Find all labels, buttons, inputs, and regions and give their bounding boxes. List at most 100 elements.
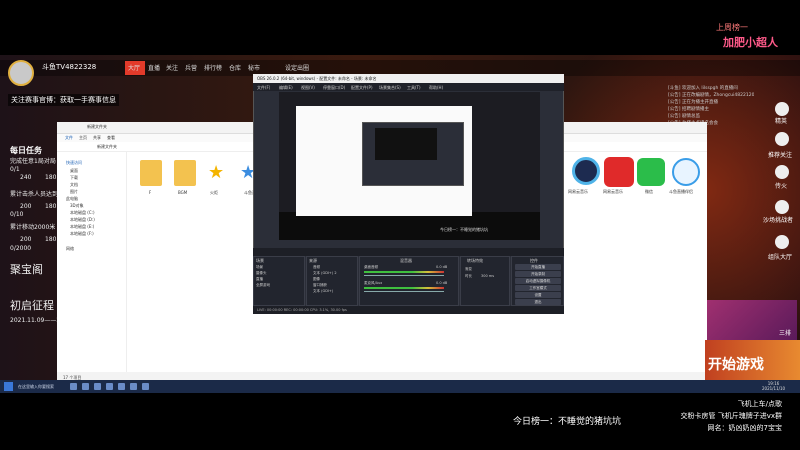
exit-button[interactable]: 退出 — [515, 299, 561, 305]
event-title[interactable]: 初启征程 — [10, 297, 54, 313]
recommend-icon[interactable] — [775, 132, 789, 146]
start-streaming-button[interactable]: 开始直播 — [515, 264, 561, 270]
sidebar-item[interactable]: 桌面 — [70, 168, 78, 174]
start-game-label: 开始游戏 — [708, 357, 764, 373]
taskbar-clock[interactable]: 19:16 2021/11/10 — [762, 381, 785, 391]
nav-barracks[interactable]: 兵营 — [185, 63, 197, 72]
mixer-channel-db: 0.0 dB — [436, 265, 448, 269]
duration-input[interactable]: 300 ms — [481, 274, 494, 278]
netease-cloud-icon[interactable] — [604, 157, 634, 187]
source-item[interactable]: 文本 (GDI+) 2 — [313, 271, 337, 276]
sidebar-item[interactable]: 网络 — [66, 246, 74, 252]
ribbon-view[interactable]: 查看 — [107, 135, 115, 141]
obs-menu-docks[interactable]: 停靠窗口(D) — [323, 85, 345, 91]
netease-music-icon[interactable] — [572, 157, 600, 185]
task3-text: 累计移动2000米 — [10, 224, 56, 231]
obs-menu-file[interactable]: 文件(F) — [257, 85, 270, 91]
fire-icon[interactable] — [775, 165, 789, 179]
sidebar-item[interactable]: 下载 — [70, 175, 78, 181]
sidebar-item[interactable]: 本地磁盘 (C:) — [70, 210, 95, 216]
nav-settings[interactable]: 设定出圈 — [285, 63, 309, 72]
transition-select[interactable]: 渐变 — [465, 267, 472, 272]
mixer-dock: 混音器 桌面音频 0.0 dB 麦克风/Aux 0.0 dB — [359, 256, 459, 306]
sidebar-item[interactable]: 文档 — [70, 182, 78, 188]
challenger-icon[interactable] — [775, 200, 789, 214]
ribbon-file[interactable]: 文件 — [65, 135, 73, 141]
volume-slider[interactable] — [364, 291, 444, 292]
mixer-title: 混音器 — [400, 258, 412, 263]
folder-icon[interactable] — [140, 160, 162, 186]
wechat-icon[interactable] — [637, 158, 665, 186]
taskbar-app-icon[interactable] — [142, 383, 149, 390]
sidebar-item[interactable]: 快速访问 — [66, 160, 82, 166]
taskbar-app-icon[interactable] — [70, 383, 77, 390]
sidebar-item[interactable]: 本地磁盘 (F:) — [70, 231, 94, 237]
taskbar-app-icon[interactable] — [82, 383, 89, 390]
obs-menu-help[interactable]: 帮助(H) — [429, 85, 443, 91]
nav-market[interactable]: 秘市 — [248, 63, 260, 72]
ribbon-home[interactable]: 主页 — [79, 135, 87, 141]
taskbar-search[interactable]: 在这里输入你要搜索 — [18, 384, 54, 390]
ribbon-share[interactable]: 共享 — [93, 135, 101, 141]
nav-ranking[interactable]: 排行榜 — [204, 63, 222, 72]
obs-menu-tools[interactable]: 工具(T) — [407, 85, 421, 91]
source-item[interactable]: 窗口捕获 — [313, 283, 327, 288]
start-recording-button[interactable]: 开始录制 — [515, 271, 561, 277]
top-fan-caption: 今日榜一：不睡觉的猪坑坑 — [513, 417, 622, 427]
settings-button[interactable]: 设置 — [515, 292, 561, 298]
virtual-camera-button[interactable]: 启动虚拟摄像机 — [515, 278, 561, 284]
nav-live[interactable]: 直播 — [148, 63, 160, 72]
team-hall-icon[interactable] — [775, 235, 789, 249]
avatar[interactable] — [8, 60, 34, 86]
nav-warehouse[interactable]: 仓库 — [229, 63, 241, 72]
channel-username: 斗鱼TV4822328 — [42, 63, 97, 71]
promo-banner[interactable]: 三排 — [707, 300, 797, 340]
sidebar-item[interactable]: 图片 — [70, 189, 78, 195]
daily-tasks-title: 每日任务 — [10, 146, 42, 155]
source-item[interactable]: 文本 (GDI+) — [313, 289, 333, 294]
scene-item[interactable]: 全屏游戏 — [256, 283, 270, 288]
sidebar-item[interactable]: 本地磁盘 (E:) — [70, 224, 94, 230]
treasure-pavilion[interactable]: 聚宝阁 — [10, 261, 43, 277]
elite-icon[interactable] — [775, 102, 789, 116]
chat-line: [公告] 招聘剧情播主 — [668, 107, 709, 112]
file-label: BGM — [178, 190, 188, 195]
folder-icon[interactable] — [174, 160, 196, 186]
star-icon[interactable]: ★ — [208, 162, 224, 183]
taskbar-app-icon[interactable] — [118, 383, 125, 390]
nav-lobby[interactable]: 大厅 — [128, 63, 140, 72]
scene-item[interactable]: 摄像头 — [256, 271, 267, 276]
explorer-title: 新建文件夹 — [87, 124, 107, 129]
studio-mode-button[interactable]: 工作室模式 — [515, 285, 561, 291]
obs-menu-view[interactable]: 视图(V) — [301, 85, 315, 91]
scene-item[interactable]: 场景 — [256, 265, 263, 270]
source-item[interactable]: 音频 — [313, 265, 320, 270]
obs-menu-edit[interactable]: 编辑(E) — [279, 85, 293, 91]
challenger-label: 沙场挑战者 — [763, 217, 794, 224]
obs-menu-profile[interactable]: 配置文件(P) — [351, 85, 373, 91]
recommend-label: 推荐关注 — [768, 152, 793, 159]
taskbar-app-icon[interactable] — [130, 383, 137, 390]
chat-line: [公告] 正在为播主开直播 — [668, 100, 718, 105]
sidebar-item[interactable]: 此电脑 — [66, 196, 78, 202]
windows-start-icon[interactable] — [4, 382, 13, 391]
source-item[interactable]: 图像 — [313, 277, 320, 282]
sidebar-item[interactable]: 3D对象 — [70, 203, 84, 209]
obs-menu-scene-collection[interactable]: 场景集合(S) — [379, 85, 401, 91]
obs-titlebar: OBS 26.0.2 (64-bit, windows) - 配置文件: 未命名… — [253, 74, 564, 83]
sidebar-item[interactable]: 本地磁盘 (D:) — [70, 217, 95, 223]
nav-follow[interactable]: 关注 — [166, 63, 178, 72]
scene-item[interactable]: 直播 — [256, 277, 263, 282]
nested-preview-capture — [375, 128, 437, 160]
douyu-companion-icon[interactable] — [672, 158, 700, 186]
address-path: 新建文件夹 — [97, 144, 117, 149]
sources-dock: 来源 音频 文本 (GDI+) 2 图像 窗口捕获 文本 (GDI+) — [306, 256, 358, 306]
top-rank-name: 加肥小超人 — [723, 36, 778, 49]
volume-slider[interactable] — [364, 275, 444, 276]
taskbar-app-icon[interactable] — [106, 383, 113, 390]
file-label: 斗鱼直播伴侣 — [669, 189, 693, 194]
task3-reward-1: 200 — [20, 236, 32, 243]
obs-menubar: 文件(F) 编辑(E) 视图(V) 停靠窗口(D) 配置文件(P) 场景集合(S… — [253, 83, 564, 91]
elite-label: 精英 — [775, 118, 788, 125]
taskbar-app-icon[interactable] — [94, 383, 101, 390]
